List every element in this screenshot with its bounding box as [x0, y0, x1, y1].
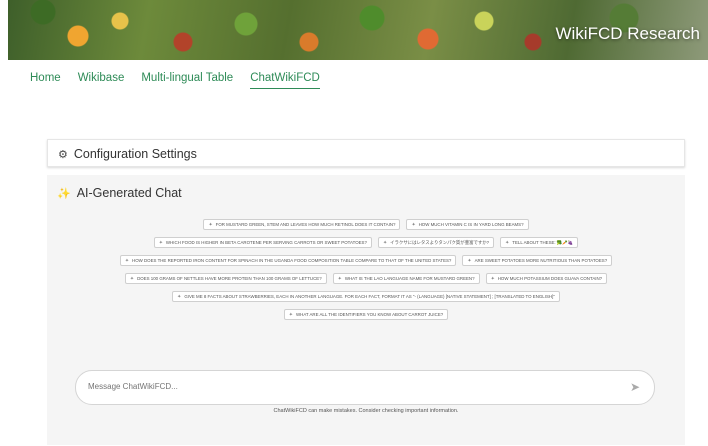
suggestion-row: ✦ How does the reported iron content for …	[47, 255, 685, 266]
suggestion-chip[interactable]: ✦ Which food is higher in beta carotene p…	[153, 237, 372, 248]
suggestion-chip[interactable]: ✦ For mustard green, stem and leaves how …	[203, 219, 401, 230]
chat-panel: ✨ AI-Generated Chat ✦ For mustard green, …	[47, 175, 685, 445]
nav-chatwikifcd[interactable]: ChatWikiFCD	[250, 72, 320, 89]
suggestion-chip[interactable]: ✦ Tell about these: 🥦🥕🍇	[500, 237, 579, 248]
sparkle-icon: ✦	[337, 275, 342, 282]
configuration-panel[interactable]: ⚙ Configuration Settings	[47, 139, 685, 167]
suggestion-chip[interactable]: ✦ How does the reported iron content for …	[119, 255, 457, 266]
message-box: ➤	[75, 370, 655, 405]
send-icon[interactable]: ➤	[630, 380, 640, 394]
sparkle-icon: ✦	[208, 221, 213, 228]
suggestion-chip[interactable]: ✦ How much Vitamin C is in yard long beam…	[406, 219, 529, 230]
sparkle-icon: ✦	[505, 239, 510, 246]
sparkle-icon: ✦	[158, 239, 163, 246]
suggestion-list: ✦ For mustard green, stem and leaves how …	[47, 219, 685, 327]
sparkle-icon: ✦	[490, 275, 495, 282]
suggestion-chip[interactable]: ✦ イラクサにはレタスよりタンパク質が豊富ですか?	[377, 237, 495, 248]
sparkle-icon: ✦	[467, 257, 472, 264]
sparkle-icon: ✦	[129, 275, 135, 282]
suggestion-chip[interactable]: ✦ What is the Lao language name for musta…	[332, 273, 480, 284]
magic-wand-icon: ✨	[57, 187, 71, 200]
nav-multilingual-table[interactable]: Multi-lingual Table	[141, 72, 233, 89]
suggestion-chip[interactable]: ✦ Give me 8 facts about strawberries, eac…	[172, 291, 560, 302]
nav-home[interactable]: Home	[30, 72, 61, 89]
header-banner: WikiFCD Research	[8, 0, 708, 60]
sparkle-icon: ✦	[177, 293, 182, 300]
disclaimer-text: ChatWikiFCD can make mistakes. Consider …	[273, 408, 459, 414]
sparkle-icon: ✦	[382, 239, 388, 246]
suggestion-row: ✦ What are all the identifiers you know a…	[47, 309, 685, 320]
gear-icon: ⚙	[58, 148, 68, 161]
nav-wikibase[interactable]: Wikibase	[78, 72, 125, 89]
suggestion-chip[interactable]: ✦ Are sweet potatoes more nutritious than…	[462, 255, 613, 266]
top-nav: Home Wikibase Multi-lingual Table ChatWi…	[30, 72, 337, 89]
message-input[interactable]	[88, 382, 608, 391]
suggestion-row: ✦ Does 100 grams of nettles have more pro…	[47, 273, 685, 284]
suggestion-chip[interactable]: ✦ Does 100 grams of nettles have more pro…	[124, 273, 327, 284]
site-title: WikiFCD Research	[555, 24, 700, 43]
suggestion-chip[interactable]: ✦ What are all the identifiers you know a…	[283, 309, 449, 320]
chat-title: AI-Generated Chat	[76, 186, 182, 200]
sparkle-icon: ✦	[288, 311, 293, 318]
configuration-title: Configuration Settings	[73, 147, 197, 161]
suggestion-row: ✦ For mustard green, stem and leaves how …	[47, 219, 685, 230]
configuration-header[interactable]: ⚙ Configuration Settings	[58, 147, 197, 161]
sparkle-icon: ✦	[411, 221, 416, 228]
suggestion-chip[interactable]: ✦ How much potassium does guava contain?	[485, 273, 608, 284]
chat-header: ✨ AI-Generated Chat	[57, 186, 182, 200]
suggestion-row: ✦ Which food is higher in beta carotene p…	[47, 237, 685, 248]
suggestion-row: ✦ Give me 8 facts about strawberries, eac…	[47, 291, 685, 302]
sparkle-icon: ✦	[124, 257, 130, 264]
